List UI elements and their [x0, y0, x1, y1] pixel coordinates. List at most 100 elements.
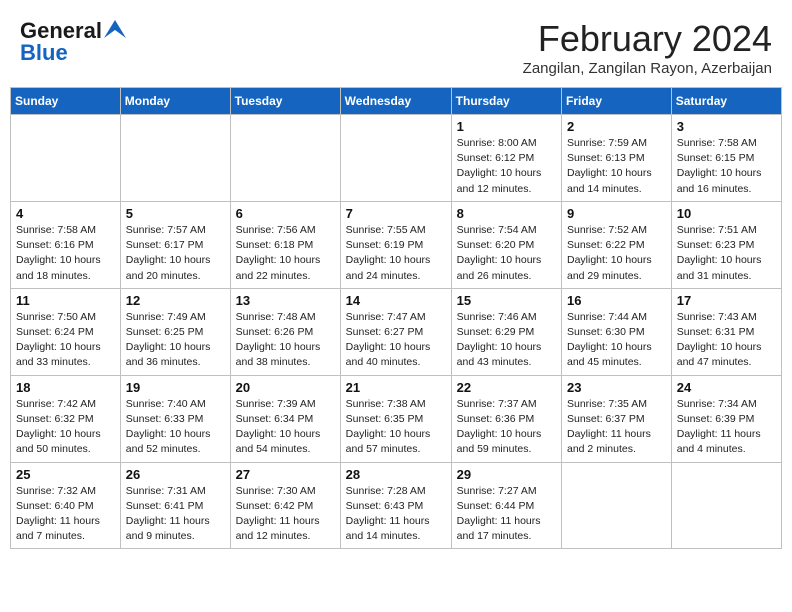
calendar-cell [230, 115, 340, 202]
day-info: Sunrise: 7:42 AM Sunset: 6:32 PM Dayligh… [16, 397, 115, 458]
calendar-table: SundayMondayTuesdayWednesdayThursdayFrid… [10, 87, 782, 549]
day-info: Sunrise: 7:32 AM Sunset: 6:40 PM Dayligh… [16, 484, 115, 545]
day-header-monday: Monday [120, 88, 230, 115]
day-info: Sunrise: 7:47 AM Sunset: 6:27 PM Dayligh… [346, 310, 446, 371]
calendar-cell: 16Sunrise: 7:44 AM Sunset: 6:30 PM Dayli… [562, 288, 672, 375]
day-number: 17 [677, 293, 776, 308]
calendar-cell [120, 115, 230, 202]
calendar-cell: 3 Sunrise: 7:58 AM Sunset: 6:15 PM Daylig… [671, 115, 781, 202]
day-number: 26 [126, 467, 225, 482]
day-info: Sunrise: 7:48 AM Sunset: 6:26 PM Dayligh… [236, 310, 335, 371]
day-info: Sunrise: 7:30 AM Sunset: 6:42 PM Dayligh… [236, 484, 335, 545]
calendar-title: February 2024 [523, 18, 772, 60]
day-number: 10 [677, 206, 776, 221]
day-info: Sunrise: 7:27 AM Sunset: 6:44 PM Dayligh… [457, 484, 556, 545]
calendar-cell: 9 Sunrise: 7:52 AM Sunset: 6:22 PM Daylig… [562, 201, 672, 288]
day-number: 12 [126, 293, 225, 308]
day-number: 22 [457, 380, 556, 395]
day-number: 6 [236, 206, 335, 221]
day-number: 28 [346, 467, 446, 482]
calendar-cell: 8Sunrise: 7:54 AM Sunset: 6:20 PM Daylig… [451, 201, 561, 288]
day-number: 4 [16, 206, 115, 221]
day-info: Sunrise: 7:58 AM Sunset: 6:15 PM Dayligh… [677, 136, 776, 197]
day-number: 5 [126, 206, 225, 221]
day-number: 3 [677, 119, 776, 134]
day-info: Sunrise: 7:55 AM Sunset: 6:19 PM Dayligh… [346, 223, 446, 284]
calendar-cell: 5 Sunrise: 7:57 AM Sunset: 6:17 PM Daylig… [120, 201, 230, 288]
day-header-thursday: Thursday [451, 88, 561, 115]
day-number: 24 [677, 380, 776, 395]
calendar-subtitle: Zangilan, Zangilan Rayon, Azerbaijan [523, 60, 772, 77]
calendar-cell: 28 Sunrise: 7:28 AM Sunset: 6:43 PM Dayli… [340, 462, 451, 549]
day-number: 25 [16, 467, 115, 482]
calendar-cell: 18 Sunrise: 7:42 AM Sunset: 6:32 PM Dayli… [11, 375, 121, 462]
day-info: Sunrise: 7:50 AM Sunset: 6:24 PM Dayligh… [16, 310, 115, 371]
calendar-cell: 26 Sunrise: 7:31 AM Sunset: 6:41 PM Dayli… [120, 462, 230, 549]
day-number: 1 [457, 119, 556, 134]
calendar-cell: 15Sunrise: 7:46 AM Sunset: 6:29 PM Dayli… [451, 288, 561, 375]
calendar-cell: 11 Sunrise: 7:50 AM Sunset: 6:24 PM Dayli… [11, 288, 121, 375]
calendar-cell: 13 Sunrise: 7:48 AM Sunset: 6:26 PM Dayli… [230, 288, 340, 375]
title-block: February 2024 Zangilan, Zangilan Rayon, … [523, 18, 772, 77]
day-info: Sunrise: 8:00 AM Sunset: 6:12 PM Dayligh… [457, 136, 556, 197]
calendar-cell: 4 Sunrise: 7:58 AM Sunset: 6:16 PM Daylig… [11, 201, 121, 288]
calendar-cell [340, 115, 451, 202]
day-info: Sunrise: 7:39 AM Sunset: 6:34 PM Dayligh… [236, 397, 335, 458]
day-info: Sunrise: 7:51 AM Sunset: 6:23 PM Dayligh… [677, 223, 776, 284]
day-info: Sunrise: 7:54 AM Sunset: 6:20 PM Dayligh… [457, 223, 556, 284]
calendar-cell: 24 Sunrise: 7:34 AM Sunset: 6:39 PM Dayli… [671, 375, 781, 462]
day-number: 29 [457, 467, 556, 482]
calendar-cell: 1 Sunrise: 8:00 AM Sunset: 6:12 PM Daylig… [451, 115, 561, 202]
day-number: 7 [346, 206, 446, 221]
calendar-cell [671, 462, 781, 549]
day-number: 18 [16, 380, 115, 395]
day-number: 9 [567, 206, 666, 221]
calendar-week-row: 1 Sunrise: 8:00 AM Sunset: 6:12 PM Daylig… [11, 115, 782, 202]
day-number: 20 [236, 380, 335, 395]
calendar-cell: 20 Sunrise: 7:39 AM Sunset: 6:34 PM Dayli… [230, 375, 340, 462]
day-info: Sunrise: 7:52 AM Sunset: 6:22 PM Dayligh… [567, 223, 666, 284]
day-info: Sunrise: 7:28 AM Sunset: 6:43 PM Dayligh… [346, 484, 446, 545]
calendar-week-row: 18 Sunrise: 7:42 AM Sunset: 6:32 PM Dayli… [11, 375, 782, 462]
day-info: Sunrise: 7:46 AM Sunset: 6:29 PM Dayligh… [457, 310, 556, 371]
day-info: Sunrise: 7:31 AM Sunset: 6:41 PM Dayligh… [126, 484, 225, 545]
day-info: Sunrise: 7:57 AM Sunset: 6:17 PM Dayligh… [126, 223, 225, 284]
calendar-cell: 25 Sunrise: 7:32 AM Sunset: 6:40 PM Dayli… [11, 462, 121, 549]
day-info: Sunrise: 7:35 AM Sunset: 6:37 PM Dayligh… [567, 397, 666, 458]
calendar-week-row: 25 Sunrise: 7:32 AM Sunset: 6:40 PM Dayli… [11, 462, 782, 549]
calendar-week-row: 4 Sunrise: 7:58 AM Sunset: 6:16 PM Daylig… [11, 201, 782, 288]
calendar-cell: 19Sunrise: 7:40 AM Sunset: 6:33 PM Dayli… [120, 375, 230, 462]
day-header-friday: Friday [562, 88, 672, 115]
calendar-cell: 6 Sunrise: 7:56 AM Sunset: 6:18 PM Daylig… [230, 201, 340, 288]
calendar-cell: 21Sunrise: 7:38 AM Sunset: 6:35 PM Dayli… [340, 375, 451, 462]
calendar-cell: 29 Sunrise: 7:27 AM Sunset: 6:44 PM Dayli… [451, 462, 561, 549]
calendar-cell: 12 Sunrise: 7:49 AM Sunset: 6:25 PM Dayli… [120, 288, 230, 375]
day-info: Sunrise: 7:44 AM Sunset: 6:30 PM Dayligh… [567, 310, 666, 371]
calendar-cell [562, 462, 672, 549]
day-info: Sunrise: 7:58 AM Sunset: 6:16 PM Dayligh… [16, 223, 115, 284]
calendar-cell: 7 Sunrise: 7:55 AM Sunset: 6:19 PM Daylig… [340, 201, 451, 288]
calendar-week-row: 11 Sunrise: 7:50 AM Sunset: 6:24 PM Dayli… [11, 288, 782, 375]
calendar-cell: 27 Sunrise: 7:30 AM Sunset: 6:42 PM Dayli… [230, 462, 340, 549]
day-header-saturday: Saturday [671, 88, 781, 115]
logo-blue: Blue [20, 40, 68, 66]
calendar-cell: 23Sunrise: 7:35 AM Sunset: 6:37 PM Dayli… [562, 375, 672, 462]
day-number: 2 [567, 119, 666, 134]
day-number: 19 [126, 380, 225, 395]
day-info: Sunrise: 7:49 AM Sunset: 6:25 PM Dayligh… [126, 310, 225, 371]
day-info: Sunrise: 7:56 AM Sunset: 6:18 PM Dayligh… [236, 223, 335, 284]
calendar-header-row: SundayMondayTuesdayWednesdayThursdayFrid… [11, 88, 782, 115]
day-info: Sunrise: 7:34 AM Sunset: 6:39 PM Dayligh… [677, 397, 776, 458]
day-info: Sunrise: 7:43 AM Sunset: 6:31 PM Dayligh… [677, 310, 776, 371]
day-number: 13 [236, 293, 335, 308]
day-header-sunday: Sunday [11, 88, 121, 115]
day-number: 27 [236, 467, 335, 482]
day-number: 21 [346, 380, 446, 395]
calendar-cell: 10 Sunrise: 7:51 AM Sunset: 6:23 PM Dayli… [671, 201, 781, 288]
calendar-cell [11, 115, 121, 202]
day-header-wednesday: Wednesday [340, 88, 451, 115]
day-number: 11 [16, 293, 115, 308]
day-info: Sunrise: 7:59 AM Sunset: 6:13 PM Dayligh… [567, 136, 666, 197]
calendar-cell: 22Sunrise: 7:37 AM Sunset: 6:36 PM Dayli… [451, 375, 561, 462]
logo-bird-icon [104, 20, 126, 38]
